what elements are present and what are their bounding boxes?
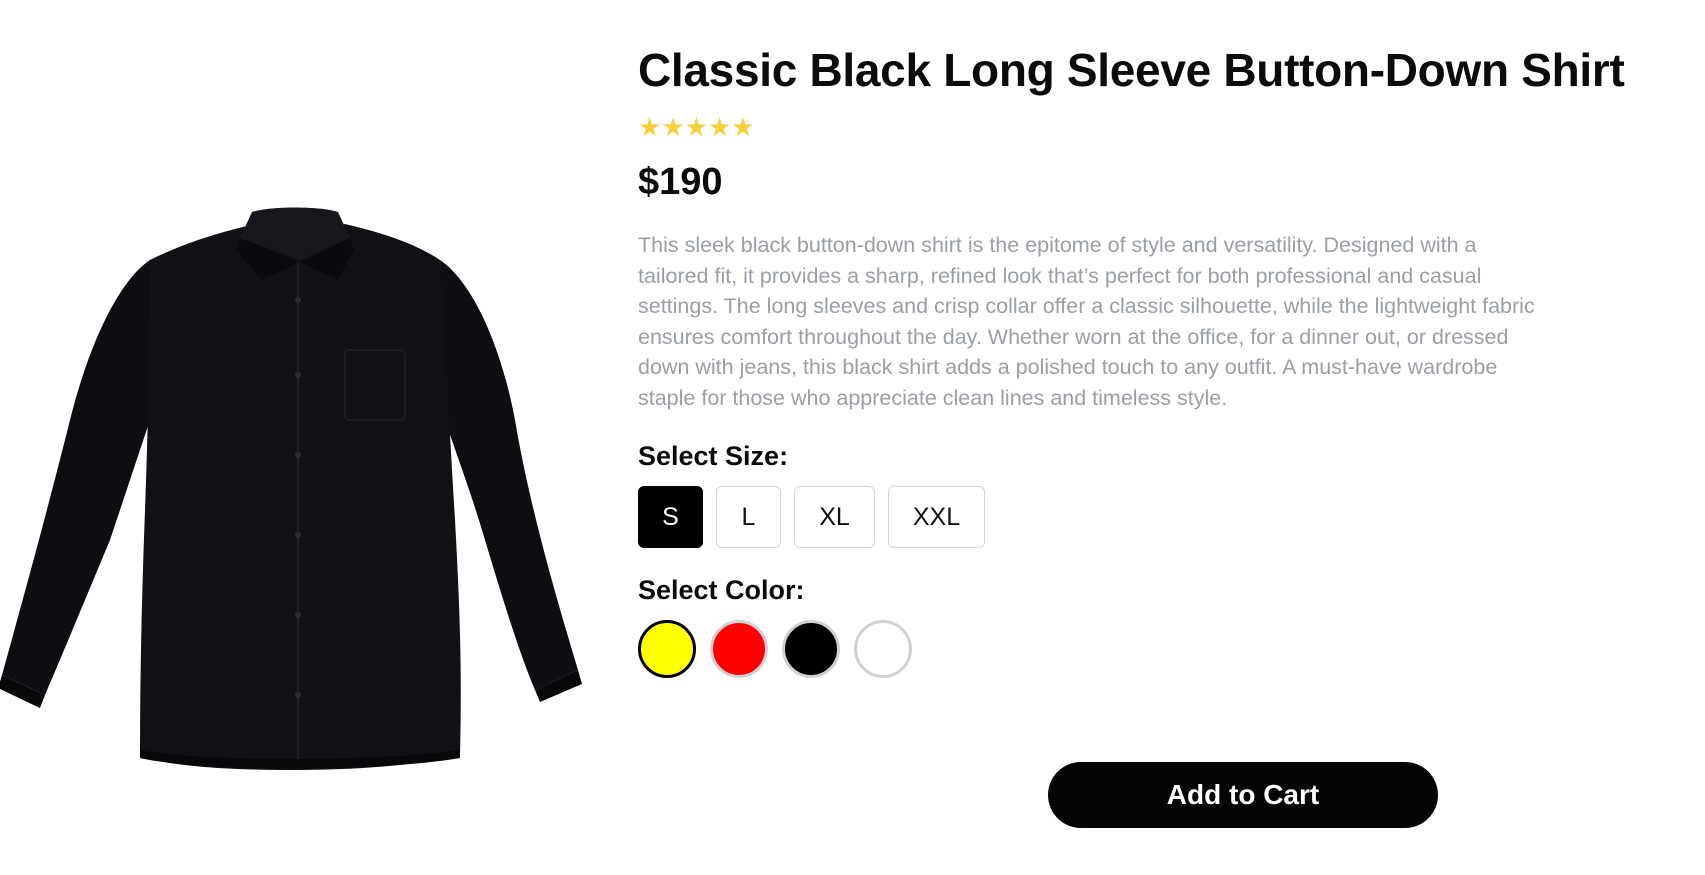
star-icon: ★: [661, 112, 685, 142]
product-description: This sleek black button-down shirt is th…: [638, 233, 1535, 410]
size-option-xxl[interactable]: XXL: [888, 486, 985, 548]
black-shirt-image: [0, 207, 582, 770]
size-section-label: Select Size:: [638, 441, 789, 471]
product-details: Classic Black Long Sleeve Button-Down Sh…: [638, 40, 1678, 678]
add-to-cart-button[interactable]: Add to Cart: [1048, 762, 1438, 828]
color-swatch-yellow[interactable]: [638, 620, 696, 678]
color-options: [638, 620, 1678, 678]
star-icon: ★: [684, 112, 708, 142]
product-title: Classic Black Long Sleeve Button-Down Sh…: [638, 44, 1625, 96]
size-option-xl[interactable]: XL: [794, 486, 875, 548]
star-icon: ★: [731, 112, 755, 142]
product-page: Classic Black Long Sleeve Button-Down Sh…: [0, 0, 1705, 875]
color-swatch-red[interactable]: [710, 620, 768, 678]
star-icon: ★: [638, 112, 662, 142]
product-image: [0, 190, 590, 810]
color-swatch-black[interactable]: [782, 620, 840, 678]
star-rating: ★ ★ ★ ★ ★: [638, 112, 1678, 142]
size-option-l[interactable]: L: [716, 486, 781, 548]
star-icon: ★: [707, 112, 732, 142]
color-section-label: Select Color:: [638, 575, 805, 605]
product-price: $190: [638, 161, 723, 203]
size-option-s[interactable]: S: [638, 486, 703, 548]
size-options: S L XL XXL: [638, 486, 1678, 548]
color-swatch-white[interactable]: [854, 620, 912, 678]
